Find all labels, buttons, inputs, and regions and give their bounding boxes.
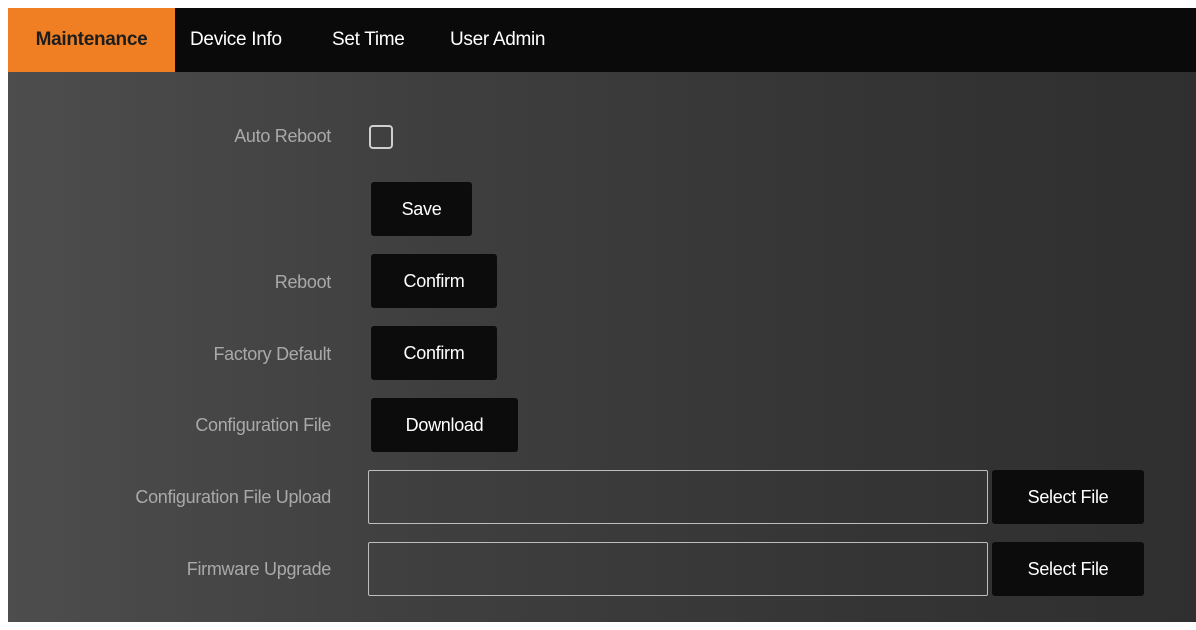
tab-device-info[interactable]: Device Info — [190, 8, 282, 72]
configuration-download-button[interactable]: Download — [371, 398, 518, 452]
firmware-upgrade-input[interactable] — [368, 542, 988, 596]
reboot-label: Reboot — [274, 272, 332, 292]
firmware-select-file-button[interactable]: Select File — [992, 542, 1144, 596]
tab-bar: Maintenance Device Info Set Time User Ad… — [8, 8, 1196, 72]
reboot-confirm-button[interactable]: Confirm — [371, 254, 497, 308]
tab-user-admin[interactable]: User Admin — [450, 8, 546, 72]
save-button[interactable]: Save — [371, 182, 472, 236]
configuration-file-upload-label: Configuration File Upload — [135, 487, 331, 507]
maintenance-page: Maintenance Device Info Set Time User Ad… — [8, 8, 1196, 622]
configuration-file-select-button[interactable]: Select File — [992, 470, 1144, 524]
configuration-file-upload-input[interactable] — [368, 470, 988, 524]
auto-reboot-checkbox[interactable] — [369, 125, 393, 149]
factory-default-label: Factory Default — [213, 344, 331, 364]
auto-reboot-label: Auto Reboot — [234, 126, 331, 146]
configuration-file-label: Configuration File — [195, 415, 331, 435]
factory-default-confirm-button[interactable]: Confirm — [371, 326, 497, 380]
tab-set-time[interactable]: Set Time — [332, 8, 405, 72]
firmware-upgrade-label: Firmware Upgrade — [186, 559, 332, 579]
tab-maintenance[interactable]: Maintenance — [8, 8, 175, 72]
